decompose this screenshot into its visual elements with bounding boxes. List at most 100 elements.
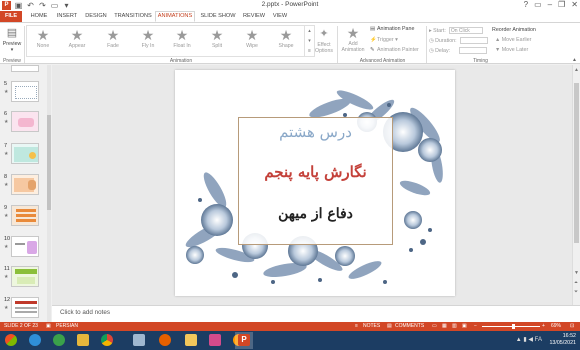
effect-float-in[interactable]: ★ Float In xyxy=(167,28,197,50)
slide-title-line-2[interactable]: نگارش پایه پنجم xyxy=(239,163,392,181)
windows-start-button[interactable] xyxy=(2,332,20,349)
thumbnail-slide-10[interactable] xyxy=(11,236,39,257)
comments-toggle[interactable]: COMMENTS xyxy=(395,322,424,331)
thumbnail-slide-7[interactable] xyxy=(11,143,39,164)
zoom-in-icon[interactable]: + xyxy=(542,322,545,331)
current-slide[interactable]: درس هشتم نگارش پایه پنجم دفاع از میهن xyxy=(175,70,455,296)
zoom-slider[interactable] xyxy=(482,326,540,327)
preview-button[interactable]: ▤ Preview ▾ xyxy=(2,26,22,53)
language-indicator[interactable]: PERSIAN xyxy=(56,322,78,331)
monitor-icon[interactable] xyxy=(130,332,148,349)
clock[interactable]: 16:52 13/05/2021 xyxy=(549,333,576,347)
comments-icon: ▤ xyxy=(387,323,392,329)
scroll-down-icon[interactable]: ▼ xyxy=(574,270,579,276)
effect-split[interactable]: ★ Split xyxy=(202,28,232,50)
explorer-icon[interactable] xyxy=(50,332,68,349)
folder-icon[interactable] xyxy=(74,332,92,349)
thumbnails-scrollbar[interactable] xyxy=(47,65,51,322)
tab-design[interactable]: DESIGN xyxy=(82,11,110,22)
previous-slide-icon[interactable]: ⏶ xyxy=(574,280,578,286)
thumbnail-slide-6[interactable] xyxy=(11,111,39,132)
media-player-icon[interactable] xyxy=(206,332,224,349)
thumbnail-slide-9[interactable] xyxy=(11,205,39,226)
scrollbar-thumb[interactable] xyxy=(47,115,51,210)
effect-shape[interactable]: ★ Shape xyxy=(271,28,301,50)
zoom-slider-thumb[interactable] xyxy=(512,324,515,329)
gallery-more-icon[interactable]: ≡ xyxy=(305,46,314,56)
volume-icon[interactable]: ◀ xyxy=(528,337,533,343)
notes-placeholder[interactable]: Click to add notes xyxy=(60,309,110,316)
effect-label: Fly In xyxy=(141,43,155,49)
tab-animations[interactable]: ANIMATIONS xyxy=(155,11,195,22)
firefox-icon[interactable] xyxy=(156,332,174,349)
delay-input[interactable] xyxy=(459,47,488,54)
add-animation-icon: ★ xyxy=(346,25,360,41)
close-button[interactable]: ✕ xyxy=(571,0,578,9)
effect-none[interactable]: ★ None xyxy=(28,28,58,50)
tab-view[interactable]: VIEW xyxy=(270,11,290,22)
slide-scrollbar[interactable]: ▲ ▼ ⏶ ⏷ xyxy=(572,65,580,305)
thumbnail-slide-12[interactable] xyxy=(11,297,39,318)
thumbnail-slide-8[interactable] xyxy=(11,174,39,195)
thumbnail-slide-11[interactable] xyxy=(11,266,39,287)
notes-pane[interactable]: Click to add notes xyxy=(52,305,580,322)
minimize-button[interactable]: – xyxy=(548,0,552,9)
slide-title-line-1[interactable]: درس هشتم xyxy=(239,123,392,141)
move-earlier-button[interactable]: ▲ Move Earlier xyxy=(495,37,531,43)
gallery-down-icon[interactable]: ▾ xyxy=(305,36,314,46)
gallery-up-icon[interactable]: ▴ xyxy=(305,26,314,36)
zoom-level[interactable]: 69% xyxy=(551,322,561,331)
powerpoint-taskbar-button[interactable]: P xyxy=(235,332,253,349)
thumbnail-partial[interactable] xyxy=(11,65,39,72)
animation-painter-button[interactable]: ✎ Animation Painter xyxy=(370,47,419,53)
tab-file[interactable]: FILE xyxy=(0,11,22,22)
effect-wipe[interactable]: ★ Wipe xyxy=(237,28,267,50)
gallery-scroll[interactable]: ▴ ▾ ≡ xyxy=(304,26,314,56)
duration-input[interactable] xyxy=(459,37,488,44)
help-icon[interactable]: ? xyxy=(524,0,528,9)
effect-options-button[interactable]: ✦ Effect Options xyxy=(314,27,334,54)
clock-date: 13/05/2021 xyxy=(549,340,576,346)
title-frame[interactable]: درس هشتم نگارش پایه پنجم دفاع از میهن xyxy=(238,117,393,245)
group-label-preview: Preview xyxy=(3,58,21,64)
move-later-button[interactable]: ▼ Move Later xyxy=(495,47,528,53)
zoom-out-icon[interactable]: − xyxy=(474,322,477,331)
restore-button[interactable]: ❐ xyxy=(558,0,565,9)
effect-appear[interactable]: ★ Appear xyxy=(62,28,92,50)
tab-insert[interactable]: INSERT xyxy=(54,11,80,22)
fit-slide-icon[interactable]: ⊡ xyxy=(570,322,574,331)
chrome-icon[interactable] xyxy=(98,332,116,349)
tab-review[interactable]: REVIEW xyxy=(240,11,268,22)
tray-up-icon[interactable]: ▲ xyxy=(516,337,522,343)
input-language[interactable]: FA xyxy=(535,337,542,343)
normal-view-icon[interactable]: ▭ xyxy=(432,322,437,331)
trigger-button[interactable]: ⚡Trigger ▾ xyxy=(370,37,398,43)
effect-fade[interactable]: ★ Fade xyxy=(98,28,128,50)
trigger-label: Trigger xyxy=(377,37,394,43)
reading-view-icon[interactable]: ▥ xyxy=(452,322,457,331)
slide-title-line-3[interactable]: دفاع از میهن xyxy=(239,206,392,222)
thumbnail-slide-5[interactable] xyxy=(11,81,39,102)
tab-transitions[interactable]: TRANSITIONS xyxy=(112,11,154,22)
slide-thumbnails-pane: 5 ★ 6 ★ 7 ★ 8 ★ 9 ★ 10 ★ 11 ★ 12 ★ xyxy=(0,65,52,322)
effect-fly-in[interactable]: ★ Fly In xyxy=(133,28,163,50)
collapse-ribbon-icon[interactable]: ▲ xyxy=(572,57,577,63)
file-manager-icon[interactable] xyxy=(182,332,200,349)
next-slide-icon[interactable]: ⏷ xyxy=(574,289,578,295)
slideshow-view-icon[interactable]: ▣ xyxy=(462,322,467,331)
start-select[interactable]: On Click xyxy=(448,27,483,34)
network-icon[interactable]: ▮ xyxy=(523,337,526,343)
slide-sorter-icon[interactable]: ▦ xyxy=(442,322,447,331)
scrollbar-thumb[interactable] xyxy=(574,83,579,243)
add-animation-button[interactable]: ★ Add Animation xyxy=(340,25,366,54)
ie-icon[interactable] xyxy=(26,332,44,349)
spellcheck-icon[interactable]: ▣ xyxy=(46,322,51,331)
tab-slide-show[interactable]: SLIDE SHOW xyxy=(198,11,238,22)
tab-home[interactable]: HOME xyxy=(26,11,52,22)
notes-toggle-icon: ≡ xyxy=(355,323,358,329)
animation-pane-button[interactable]: ▤ Animation Pane xyxy=(370,26,414,32)
scroll-up-icon[interactable]: ▲ xyxy=(574,67,579,73)
notes-toggle[interactable]: NOTES xyxy=(363,322,380,331)
effect-options-icon: ✦ xyxy=(319,28,329,40)
ribbon-display-icon[interactable]: ▭ xyxy=(534,0,542,9)
